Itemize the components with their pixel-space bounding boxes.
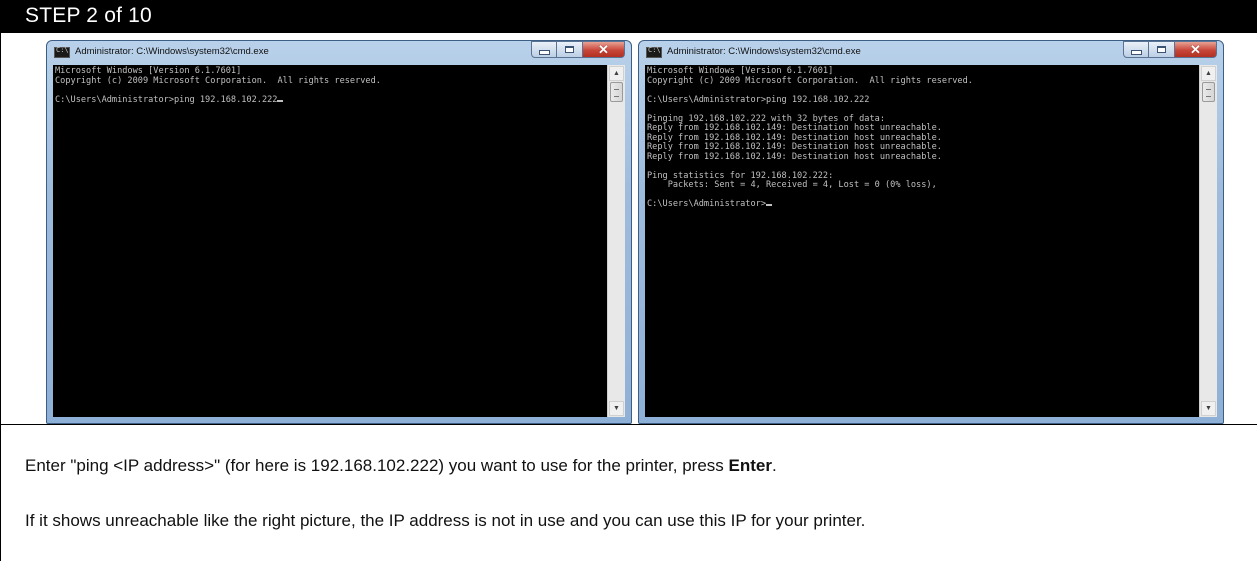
window-titlebar[interactable]: Administrator: C:\Windows\system32\cmd.e… (639, 41, 1223, 65)
minimize-button[interactable] (1123, 41, 1149, 58)
console-line: C:\Users\Administrator> (647, 199, 1197, 210)
instruction-line-1: Enter "ping <IP address>" (for here is 1… (25, 456, 777, 476)
cmd-icon (646, 46, 662, 58)
chevron-down-icon: ▼ (613, 405, 620, 412)
close-icon: ✕ (598, 42, 609, 57)
console-output[interactable]: Microsoft Windows [Version 6.1.7601] Copy… (53, 65, 625, 417)
console-line: Packets: Sent = 4, Received = 4, Lost = … (647, 180, 937, 190)
text-cursor (766, 204, 772, 206)
window-title: Administrator: C:\Windows\system32\cmd.e… (75, 46, 269, 57)
window-controls: ✕ (531, 41, 625, 59)
console-text: Microsoft Windows [Version 6.1.7601] Copy… (55, 66, 605, 106)
console-line: C:\Users\Administrator>ping 192.168.102.… (55, 95, 605, 106)
window-controls: ✕ (1123, 41, 1217, 59)
vertical-scrollbar[interactable]: ▲ ▼ (607, 65, 625, 417)
cmd-window-right[interactable]: Administrator: C:\Windows\system32\cmd.e… (638, 40, 1224, 424)
console-text: Microsoft Windows [Version 6.1.7601] Copy… (647, 66, 1197, 210)
minimize-icon (1130, 49, 1142, 55)
window-title: Administrator: C:\Windows\system32\cmd.e… (667, 46, 861, 57)
divider (0, 424, 1257, 425)
maximize-button[interactable] (557, 41, 583, 58)
close-icon: ✕ (1190, 42, 1201, 57)
console-output[interactable]: Microsoft Windows [Version 6.1.7601] Copy… (645, 65, 1217, 417)
step-title: STEP 2 of 10 (25, 4, 152, 27)
scroll-up-button[interactable]: ▲ (1201, 66, 1216, 81)
cmd-window-left[interactable]: Administrator: C:\Windows\system32\cmd.e… (46, 40, 632, 424)
scroll-thumb[interactable] (610, 82, 623, 102)
text-cursor (277, 99, 284, 102)
maximize-button[interactable] (1149, 41, 1175, 58)
maximize-icon (565, 46, 574, 53)
divider (0, 424, 1, 561)
scroll-down-button[interactable]: ▼ (609, 401, 624, 416)
minimize-icon (538, 49, 550, 55)
instruction-line-2: If it shows unreachable like the right p… (25, 511, 866, 530)
console-line: Reply from 192.168.102.149: Destination … (647, 151, 942, 162)
chevron-down-icon: ▼ (1205, 405, 1212, 412)
cmd-icon (54, 46, 70, 58)
chevron-up-icon: ▲ (1205, 70, 1212, 77)
tutorial-step-panel: STEP 2 of 10 Administrator: C:\Windows\s… (0, 0, 1257, 561)
scroll-up-button[interactable]: ▲ (609, 66, 624, 81)
window-titlebar[interactable]: Administrator: C:\Windows\system32\cmd.e… (47, 41, 631, 65)
vertical-scrollbar[interactable]: ▲ ▼ (1199, 65, 1217, 417)
close-button[interactable]: ✕ (583, 41, 625, 58)
console-line: Copyright (c) 2009 Microsoft Corporation… (55, 75, 381, 86)
chevron-up-icon: ▲ (613, 70, 620, 77)
instruction-key: Enter (728, 456, 772, 475)
maximize-icon (1157, 46, 1166, 53)
close-button[interactable]: ✕ (1175, 41, 1217, 58)
console-line: Copyright (c) 2009 Microsoft Corporation… (647, 75, 973, 86)
scroll-thumb[interactable] (1202, 82, 1215, 102)
instruction-text: Enter "ping <IP address>" (for here is 1… (25, 456, 729, 475)
console-line: C:\Users\Administrator>ping 192.168.102.… (647, 94, 870, 105)
instruction-text: . (771, 456, 777, 475)
scroll-down-button[interactable]: ▼ (1201, 401, 1216, 416)
minimize-button[interactable] (531, 41, 557, 58)
step-header: STEP 2 of 10 (0, 0, 1257, 33)
